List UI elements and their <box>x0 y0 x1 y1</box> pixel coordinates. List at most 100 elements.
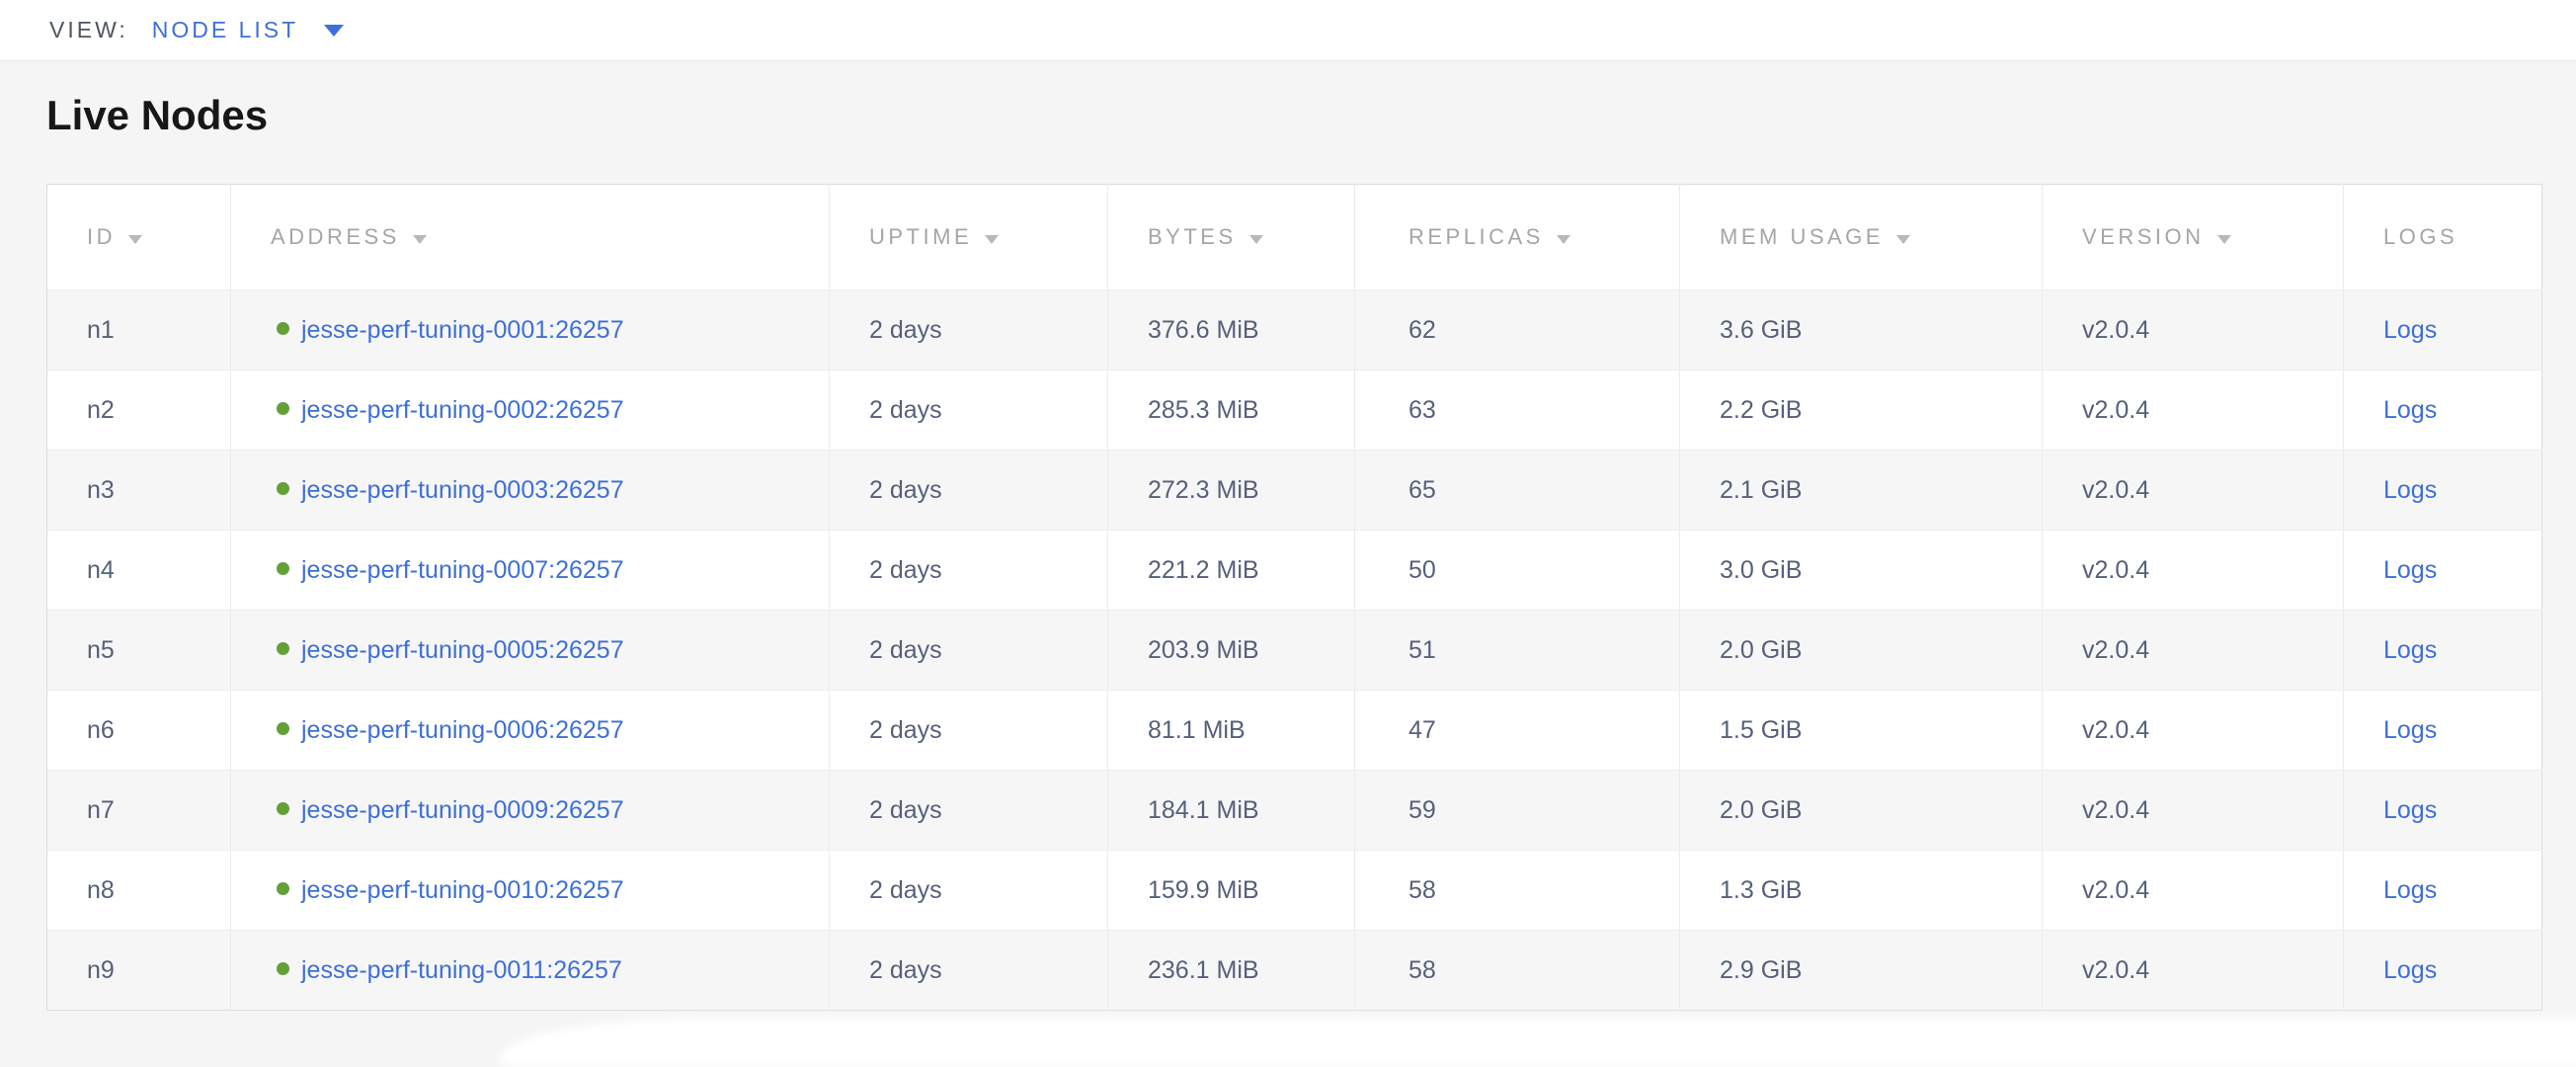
node-row-n4: n4jesse-perf-tuning-0007:262572 days221.… <box>47 531 2542 611</box>
cell-mem: 1.3 GiB <box>1680 851 2043 931</box>
cell-uptime: 2 days <box>830 290 1108 370</box>
sort-caret-icon <box>985 235 999 244</box>
cell-id: n3 <box>47 451 231 531</box>
address-link[interactable]: jesse-perf-tuning-0007:26257 <box>301 556 624 584</box>
cell-bytes: 203.9 MiB <box>1108 611 1355 691</box>
column-header-id[interactable]: ID <box>47 185 231 290</box>
cell-replicas: 59 <box>1355 771 1680 851</box>
sort-caret-icon <box>1249 235 1263 244</box>
column-label: ID <box>87 224 116 249</box>
cell-bytes: 272.3 MiB <box>1108 451 1355 531</box>
column-label: VERSION <box>2082 224 2205 249</box>
cell-id: n6 <box>47 691 231 771</box>
logs-link[interactable]: Logs <box>2383 396 2437 424</box>
cell-address: jesse-perf-tuning-0002:26257 <box>231 370 830 451</box>
column-header-logs: LOGS <box>2344 185 2542 290</box>
column-label: MEM USAGE <box>1720 224 1884 249</box>
cell-id: n7 <box>47 771 231 851</box>
sort-caret-icon <box>128 235 142 244</box>
node-row-n7: n7jesse-perf-tuning-0009:262572 days184.… <box>47 771 2542 851</box>
cell-uptime: 2 days <box>830 370 1108 451</box>
cell-address: jesse-perf-tuning-0001:26257 <box>231 290 830 370</box>
logs-link[interactable]: Logs <box>2383 796 2437 824</box>
column-header-version[interactable]: VERSION <box>2043 185 2344 290</box>
cell-bytes: 81.1 MiB <box>1108 691 1355 771</box>
cell-mem: 3.0 GiB <box>1680 531 2043 611</box>
logs-link[interactable]: Logs <box>2383 316 2437 344</box>
column-header-replicas[interactable]: REPLICAS <box>1355 185 1680 290</box>
view-dropdown[interactable]: NODE LIST <box>152 17 344 43</box>
cell-version: v2.0.4 <box>2043 531 2344 611</box>
node-live-status-icon <box>277 642 289 655</box>
cell-logs: Logs <box>2344 370 2542 451</box>
node-live-status-icon <box>277 722 289 735</box>
cell-logs: Logs <box>2344 931 2542 1011</box>
cell-logs: Logs <box>2344 771 2542 851</box>
cell-logs: Logs <box>2344 691 2542 771</box>
view-bar: VIEW: NODE LIST <box>0 0 2576 61</box>
cell-id: n5 <box>47 611 231 691</box>
column-label: BYTES <box>1148 224 1237 249</box>
column-header-address[interactable]: ADDRESS <box>231 185 830 290</box>
cell-logs: Logs <box>2344 290 2542 370</box>
cell-address: jesse-perf-tuning-0010:26257 <box>231 851 830 931</box>
cell-bytes: 221.2 MiB <box>1108 531 1355 611</box>
below-fold-glow <box>499 1018 2576 1067</box>
cell-uptime: 2 days <box>830 531 1108 611</box>
node-row-n8: n8jesse-perf-tuning-0010:262572 days159.… <box>47 851 2542 931</box>
column-label: REPLICAS <box>1409 224 1544 249</box>
node-row-n2: n2jesse-perf-tuning-0002:262572 days285.… <box>47 370 2542 451</box>
logs-link[interactable]: Logs <box>2383 636 2437 664</box>
column-header-mem[interactable]: MEM USAGE <box>1680 185 2043 290</box>
sort-caret-icon <box>413 235 427 244</box>
header-row: ID ADDRESS UPTIME BYTES REPLICAS MEM USAGE VER… <box>47 185 2542 290</box>
logs-link[interactable]: Logs <box>2383 876 2437 904</box>
cell-uptime: 2 days <box>830 851 1108 931</box>
node-live-status-icon <box>277 482 289 495</box>
caret-down-icon <box>324 25 344 37</box>
cell-bytes: 184.1 MiB <box>1108 771 1355 851</box>
address-link[interactable]: jesse-perf-tuning-0006:26257 <box>301 716 624 744</box>
column-label: UPTIME <box>869 224 972 249</box>
view-label: VIEW: <box>49 17 128 43</box>
logs-link[interactable]: Logs <box>2383 956 2437 984</box>
cell-mem: 1.5 GiB <box>1680 691 2043 771</box>
cell-uptime: 2 days <box>830 691 1108 771</box>
node-row-n1: n1jesse-perf-tuning-0001:262572 days376.… <box>47 290 2542 370</box>
cell-replicas: 58 <box>1355 851 1680 931</box>
address-link[interactable]: jesse-perf-tuning-0003:26257 <box>301 476 624 504</box>
node-row-n6: n6 jesse-perf-tuning-0006:26257 2 days81.1… <box>47 691 2542 771</box>
address-link[interactable]: jesse-perf-tuning-0005:26257 <box>301 636 624 664</box>
logs-link[interactable]: Logs <box>2383 476 2437 504</box>
address-link[interactable]: jesse-perf-tuning-0002:26257 <box>301 396 624 424</box>
cell-uptime: 2 days <box>830 451 1108 531</box>
cell-mem: 2.1 GiB <box>1680 451 2043 531</box>
address-link[interactable]: jesse-perf-tuning-0011:26257 <box>301 956 622 984</box>
cell-version: v2.0.4 <box>2043 691 2344 771</box>
live-nodes-table: ID ADDRESS UPTIME BYTES REPLICAS MEM USAGE VER… <box>46 184 2542 1011</box>
sort-caret-icon <box>1896 235 1910 244</box>
address-link[interactable]: jesse-perf-tuning-0001:26257 <box>301 316 624 344</box>
cell-replicas: 58 <box>1355 931 1680 1011</box>
cell-mem: 2.0 GiB <box>1680 771 2043 851</box>
page-title: Live Nodes <box>46 94 2576 137</box>
cell-logs: Logs <box>2344 451 2542 531</box>
cell-replicas: 47 <box>1355 691 1680 771</box>
cell-version: v2.0.4 <box>2043 451 2344 531</box>
cell-address: jesse-perf-tuning-0003:26257 <box>231 451 830 531</box>
node-row-n3: n3 jesse-perf-tuning-0003:26257 2 days272.… <box>47 451 2542 531</box>
cell-id: n2 <box>47 370 231 451</box>
logs-link[interactable]: Logs <box>2383 716 2437 744</box>
cell-replicas: 51 <box>1355 611 1680 691</box>
logs-link[interactable]: Logs <box>2383 556 2437 584</box>
column-header-bytes[interactable]: BYTES <box>1108 185 1355 290</box>
address-link[interactable]: jesse-perf-tuning-0009:26257 <box>301 796 624 824</box>
live-nodes-table-wrap: ID ADDRESS UPTIME BYTES REPLICAS MEM USAGE VER… <box>46 184 2541 1011</box>
node-row-n9: n9jesse-perf-tuning-0011:262572 days236.… <box>47 931 2542 1011</box>
cell-replicas: 63 <box>1355 370 1680 451</box>
node-row-n5: n5jesse-perf-tuning-0005:262572 days203.… <box>47 611 2542 691</box>
cell-id: n8 <box>47 851 231 931</box>
sort-caret-icon <box>1557 235 1570 244</box>
address-link[interactable]: jesse-perf-tuning-0010:26257 <box>301 876 624 904</box>
column-header-uptime[interactable]: UPTIME <box>830 185 1108 290</box>
